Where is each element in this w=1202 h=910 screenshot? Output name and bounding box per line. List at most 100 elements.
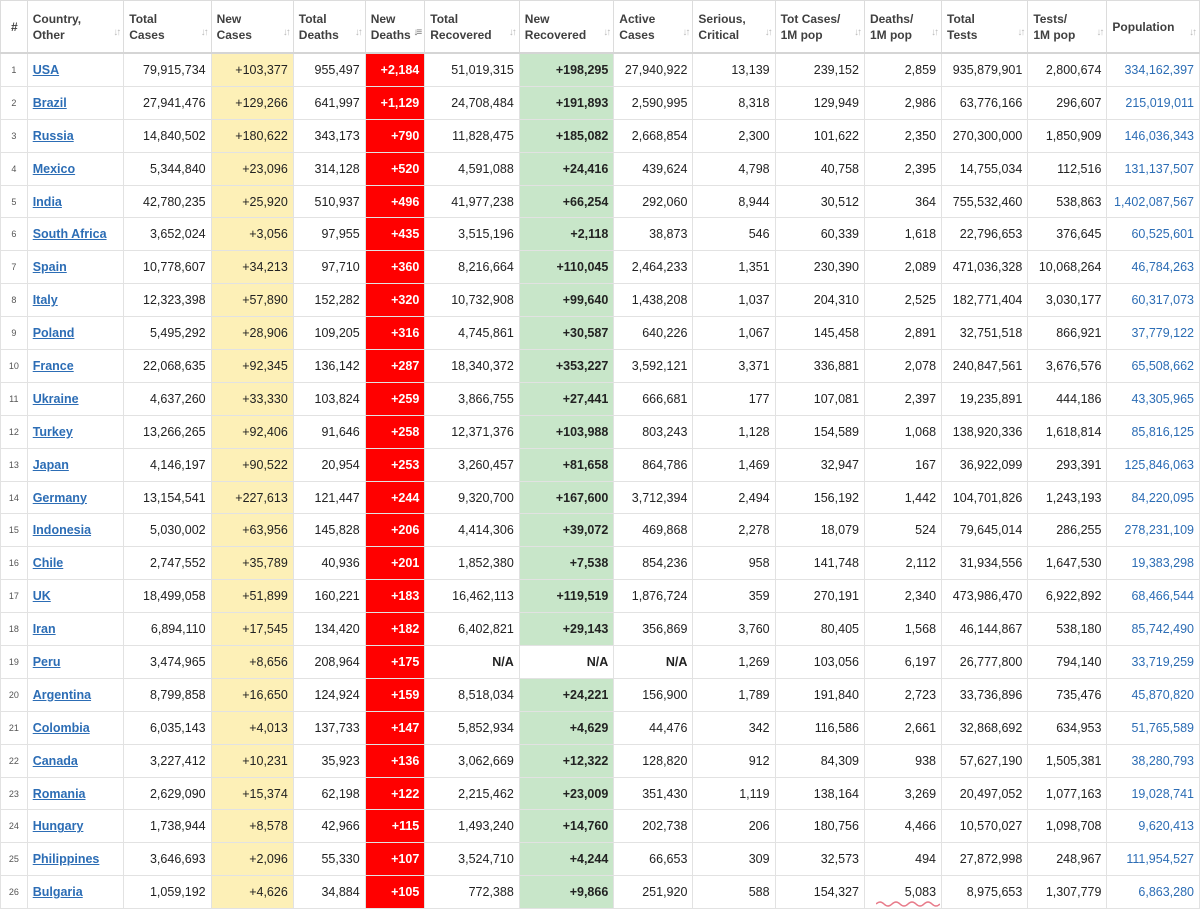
cell-population[interactable]: 46,784,263 [1106, 250, 1200, 285]
country-link[interactable]: Spain [33, 260, 67, 274]
cell-total-recovered: 3,515,196 [424, 217, 520, 252]
sort-icon[interactable]: ↓↑ [1017, 25, 1025, 41]
cell-population[interactable]: 6,863,280 [1106, 875, 1200, 910]
country-link[interactable]: Canada [33, 754, 78, 768]
country-link[interactable]: Hungary [33, 819, 84, 833]
cell-total-cases: 12,323,398 [123, 283, 212, 318]
cell-new-recovered: +353,227 [518, 349, 615, 383]
country-link[interactable]: Russia [33, 129, 74, 143]
country-link[interactable]: South Africa [33, 227, 107, 241]
country-link[interactable]: Iran [33, 622, 56, 636]
cell-population[interactable]: 278,231,109 [1106, 513, 1200, 548]
cell-population[interactable]: 38,280,793 [1106, 743, 1200, 778]
sort-icon[interactable]: ↓↑ [201, 25, 209, 41]
country-link[interactable]: USA [33, 63, 59, 77]
col-header-new-cases[interactable]: New Cases ↓↑ [210, 0, 294, 54]
cell-active-cases: 27,940,922 [613, 52, 694, 87]
cell-population[interactable]: 60,317,073 [1106, 283, 1200, 318]
cell-population[interactable]: 125,846,063 [1106, 447, 1200, 482]
country-link[interactable]: Peru [33, 655, 61, 669]
sort-icon[interactable]: ↓↑ [682, 25, 690, 41]
sort-icon[interactable]: ↓↑ [1189, 25, 1197, 41]
cell-population[interactable]: 215,019,011 [1106, 85, 1200, 120]
cell-population[interactable]: 131,137,507 [1106, 151, 1200, 186]
col-header-serious-critical[interactable]: Serious, Critical ↓↑ [692, 0, 776, 54]
cell-population[interactable]: 19,383,298 [1106, 546, 1200, 581]
cell-total-cases: 3,227,412 [123, 743, 212, 778]
country-link[interactable]: Romania [33, 787, 86, 801]
cell-rank: 8 [0, 283, 28, 318]
country-link[interactable]: Germany [33, 491, 87, 505]
sort-icon[interactable]: ↓↑ [113, 25, 121, 41]
col-header-new-deaths[interactable]: New Deaths ↓≡ [364, 0, 426, 54]
cell-population[interactable]: 334,162,397 [1106, 52, 1200, 87]
cell-population[interactable]: 146,036,343 [1106, 118, 1200, 153]
cell-new-deaths: +105 [364, 875, 426, 910]
sort-icon[interactable]: ↓↑ [509, 25, 517, 41]
country-link[interactable]: Argentina [33, 688, 91, 702]
col-header-total-cases[interactable]: Total Cases ↓↑ [123, 0, 212, 54]
col-header-total-recovered[interactable]: Total Recovered ↓↑ [424, 0, 520, 54]
country-link[interactable]: Brazil [33, 96, 67, 110]
cell-population[interactable]: 85,742,490 [1106, 612, 1200, 647]
country-link[interactable]: Chile [33, 556, 64, 570]
country-link[interactable]: Indonesia [33, 523, 91, 537]
table-row: 14 Germany 13,154,541 +227,613 121,447 +244 9,… [0, 480, 1200, 515]
sort-icon[interactable]: ↓↑ [854, 25, 862, 41]
sort-icon[interactable]: ↓↑ [355, 25, 363, 41]
cell-population[interactable]: 60,525,601 [1106, 217, 1200, 252]
cell-tests-per-1m: 634,953 [1027, 710, 1108, 745]
cell-total-deaths: 42,966 [292, 809, 366, 844]
sort-icon[interactable]: ↓↑ [765, 25, 773, 41]
cell-population[interactable]: 68,466,544 [1106, 579, 1200, 614]
cell-total-deaths: 40,936 [292, 546, 366, 581]
cell-total-deaths: 97,955 [292, 217, 366, 252]
cell-population[interactable]: 111,954,527 [1106, 842, 1200, 877]
country-link[interactable]: Japan [33, 458, 69, 472]
country-link[interactable]: Philippines [33, 852, 100, 866]
cell-population[interactable]: 9,620,413 [1106, 809, 1200, 844]
col-header-tests-per-1m[interactable]: Tests/1M pop ↓↑ [1027, 0, 1108, 54]
cell-population[interactable]: 1,402,087,567 [1106, 184, 1200, 219]
country-link[interactable]: Poland [33, 326, 75, 340]
col-header-population[interactable]: Population ↓↑ [1106, 0, 1200, 54]
cell-population[interactable]: 85,816,125 [1106, 414, 1200, 449]
cell-tests-per-1m: 866,921 [1027, 316, 1108, 351]
cell-total-recovered: 4,414,306 [424, 513, 520, 548]
country-link[interactable]: Ukraine [33, 392, 79, 406]
cell-population[interactable]: 51,765,589 [1106, 710, 1200, 745]
cell-population[interactable]: 45,870,820 [1106, 677, 1200, 712]
col-header-active-cases[interactable]: Active Cases ↓↑ [613, 0, 694, 54]
sort-icon[interactable]: ↓↑ [931, 25, 939, 41]
covid-stats-table: # Country, Other ↓↑ Total Cases ↓↑ New Cases ↓↑ To… [0, 0, 1200, 910]
col-header-country[interactable]: Country, Other ↓↑ [26, 0, 125, 54]
col-header-cases-per-1m[interactable]: Tot Cases/1M pop ↓↑ [774, 0, 865, 54]
country-link[interactable]: France [33, 359, 74, 373]
col-header-deaths-per-1m[interactable]: Deaths/1M pop ↓↑ [863, 0, 943, 54]
country-link[interactable]: Bulgaria [33, 885, 83, 899]
col-header-total-tests[interactable]: Total Tests ↓↑ [941, 0, 1029, 54]
cell-critical: 8,944 [692, 184, 776, 219]
cell-total-deaths: 34,884 [292, 875, 366, 910]
cell-population[interactable]: 37,779,122 [1106, 316, 1200, 351]
cell-population[interactable]: 65,508,662 [1106, 349, 1200, 383]
sort-icon[interactable]: ↓↑ [603, 25, 611, 41]
country-link[interactable]: Colombia [33, 721, 90, 735]
country-link[interactable]: Italy [33, 293, 58, 307]
sort-icon[interactable]: ↓↑ [1096, 25, 1104, 41]
cell-population[interactable]: 19,028,741 [1106, 776, 1200, 811]
country-link[interactable]: India [33, 195, 62, 209]
cell-new-recovered: +24,416 [518, 151, 615, 186]
country-link[interactable]: UK [33, 589, 51, 603]
sort-icon[interactable]: ↓≡ [413, 25, 422, 41]
col-header-total-deaths[interactable]: Total Deaths ↓↑ [292, 0, 366, 54]
cell-population[interactable]: 84,220,095 [1106, 480, 1200, 515]
country-link[interactable]: Turkey [33, 425, 73, 439]
cell-population[interactable]: 43,305,965 [1106, 381, 1200, 416]
sort-icon[interactable]: ↓↑ [283, 25, 291, 41]
cell-total-cases: 10,778,607 [123, 250, 212, 285]
cell-population[interactable]: 33,719,259 [1106, 645, 1200, 679]
col-header-new-recovered[interactable]: New Recovered ↓↑ [518, 0, 615, 54]
cell-rank: 5 [0, 184, 28, 219]
country-link[interactable]: Mexico [33, 162, 75, 176]
